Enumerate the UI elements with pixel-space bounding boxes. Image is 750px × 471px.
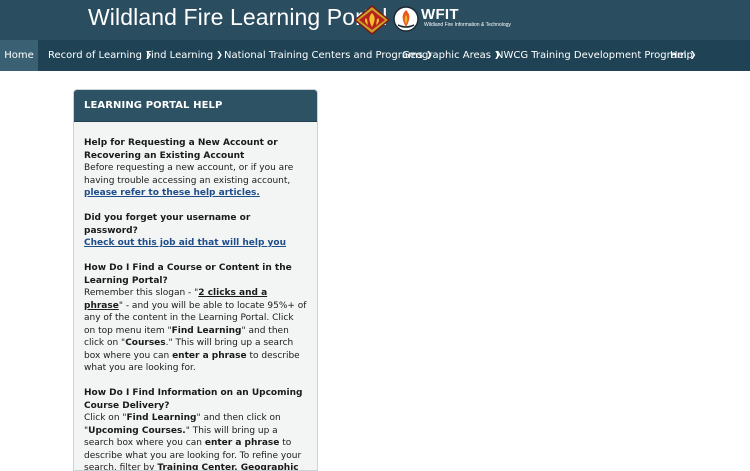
nav-item-label: Home <box>4 50 34 61</box>
help-emphasis: Upcoming Courses. <box>88 425 186 436</box>
learning-portal-help-panel: LEARNING PORTAL HELP Help for Requesting… <box>73 89 318 471</box>
help-text: Before requesting a new account, or if y… <box>84 163 294 186</box>
job-aid-link[interactable]: Check out this job aid that will help yo… <box>84 238 286 248</box>
help-text: Click on " <box>84 413 127 423</box>
main-nav: Home Record of Learning ❯ Find Learning ❯ … <box>0 40 750 71</box>
help-question: Help for Requesting a New Account or Rec… <box>84 138 278 161</box>
nav-item-label: NWCG Training Development Program <box>496 50 687 61</box>
help-section-forgot: Did you forget your username or password… <box>84 212 307 250</box>
wfit-logo-subtext: Wildland Fire Information & Technology <box>424 22 511 28</box>
wfit-logo-text: WFIT <box>421 6 459 23</box>
help-articles-link[interactable]: please refer to these help articles. <box>84 188 260 198</box>
panel-title: LEARNING PORTAL HELP <box>74 90 317 122</box>
help-question: How Do I Find Information on an Upcoming… <box>84 388 303 411</box>
help-section-upcoming: How Do I Find Information on an Upcoming… <box>84 387 307 470</box>
nav-item-home[interactable]: Home <box>0 40 38 71</box>
nav-item-label: Geographic Areas <box>402 50 491 61</box>
help-section-account: Help for Requesting a New Account or Rec… <box>84 137 307 200</box>
help-text: Remember this slogan - " <box>84 288 199 298</box>
help-emphasis: Courses <box>125 338 166 348</box>
wfit-logo-icon <box>393 6 419 32</box>
nav-item-geographic-areas[interactable]: Geographic Areas ❯ <box>402 40 501 71</box>
nav-item-label: Help <box>670 50 693 61</box>
nav-item-label: National Training Centers and Programs <box>224 50 423 61</box>
nav-item-record-of-learning[interactable]: Record of Learning ❯ <box>48 40 152 71</box>
help-section-find-course: How Do I Find a Course or Content in the… <box>84 262 307 375</box>
nav-item-nwcg-training-development[interactable]: NWCG Training Development Program ❯ <box>496 40 696 71</box>
site-title[interactable]: Wildland Fire Learning Portal <box>88 4 388 31</box>
nav-item-label: Record of Learning <box>48 50 142 61</box>
nav-item-help[interactable]: Help <box>670 40 693 71</box>
help-emphasis: enter a phrase <box>172 350 247 361</box>
help-emphasis: Find Learning <box>171 325 242 336</box>
chevron-down-icon: ❯ <box>216 50 223 59</box>
site-banner: Wildland Fire Learning Portal WFIT Wildl… <box>0 0 750 40</box>
nav-item-label: Find Learning <box>146 50 214 61</box>
help-emphasis: Find Learning <box>126 413 197 423</box>
fire-agency-logo-icon <box>354 5 390 35</box>
panel-body: Help for Requesting a New Account or Rec… <box>74 122 317 470</box>
nav-item-find-learning[interactable]: Find Learning ❯ <box>146 40 223 71</box>
help-emphasis: enter a phrase <box>204 438 280 448</box>
help-question: How Do I Find a Course or Content in the… <box>84 263 292 286</box>
help-question: Did you forget your username or password… <box>84 213 251 236</box>
